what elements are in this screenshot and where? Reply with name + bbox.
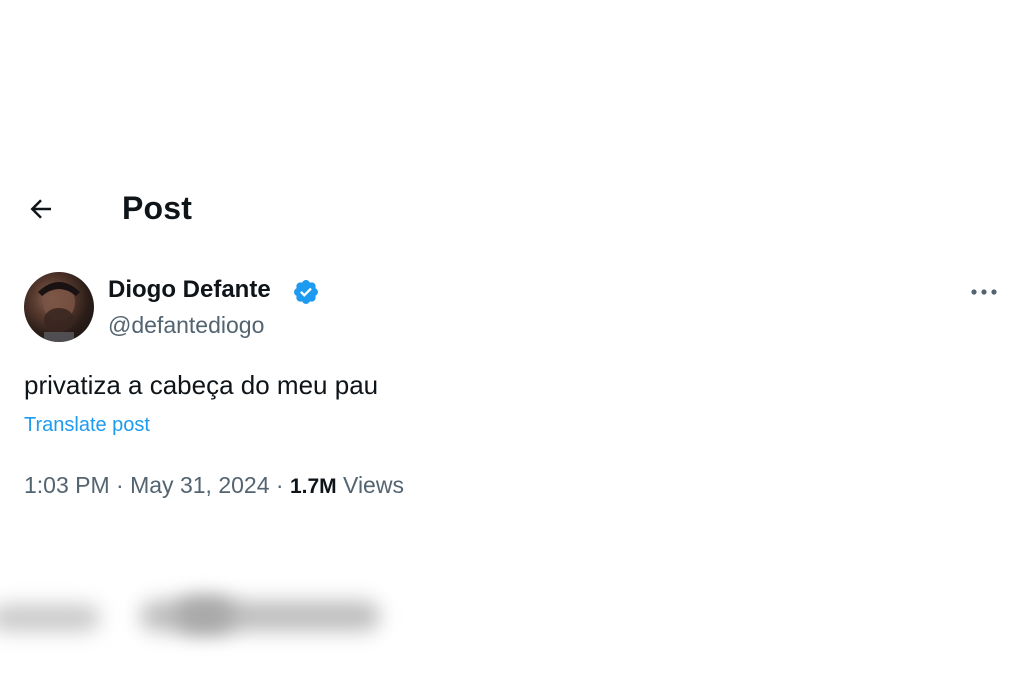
author-row: Diogo Defante @defantediogo	[24, 272, 1004, 344]
author-display-name[interactable]: Diogo Defante	[108, 276, 271, 304]
author-handle[interactable]: @defantediogo	[108, 312, 264, 339]
post-date[interactable]: May 31, 2024	[130, 472, 269, 498]
arrow-left-icon	[30, 199, 51, 219]
post-text: privatiza a cabeça do meu pau	[24, 370, 379, 400]
views-label: Views	[343, 472, 404, 498]
avatar-image	[38, 282, 80, 342]
views-count: 1.7M	[289, 475, 337, 498]
back-button[interactable]	[22, 190, 60, 228]
more-options-button[interactable]	[964, 276, 1004, 308]
blurred-content	[0, 585, 420, 655]
translate-post-link[interactable]: Translate post	[24, 414, 150, 437]
page-title: Post	[122, 190, 193, 226]
post-metadata: 1:03 PM · May 31, 2024 · 1.7M Views	[24, 472, 404, 499]
post-time[interactable]: 1:03 PM	[24, 472, 110, 498]
verified-badge-icon	[294, 280, 318, 304]
post-header: Post	[0, 180, 1024, 236]
meta-separator: ·	[116, 472, 124, 498]
meta-separator: ·	[275, 472, 284, 498]
more-horizontal-icon	[971, 289, 997, 295]
avatar[interactable]	[24, 272, 94, 342]
